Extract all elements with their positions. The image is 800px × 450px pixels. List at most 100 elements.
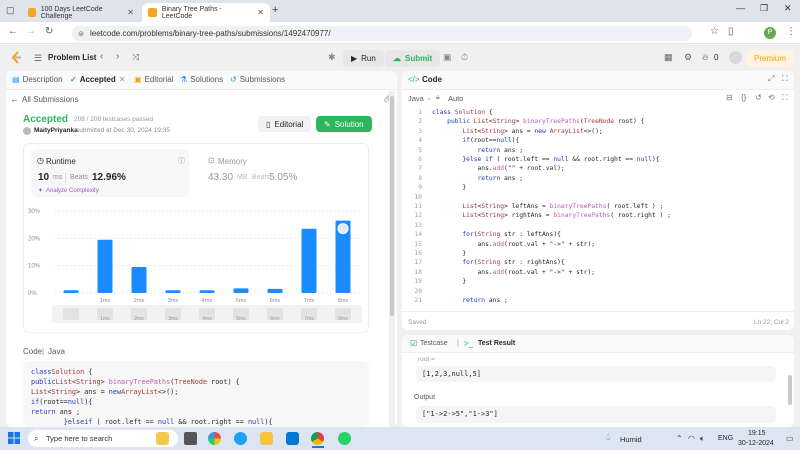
code-line[interactable]: 17 for(String str : rightAns){ [402,259,564,269]
editorial-button[interactable]: ▯ Editorial [258,116,312,132]
close-icon[interactable]: ✕ [127,8,134,17]
code-line[interactable]: 14 for(String str : leftAns){ [402,231,561,241]
fire-icon[interactable]: 🔥︎ [702,52,709,63]
bookmark-icon[interactable]: ⊟ [726,93,733,102]
code-line[interactable]: 1 class Solution { [402,109,493,119]
copilot-icon[interactable] [208,432,221,445]
tab-menu-icon[interactable]: ▢ [6,5,15,16]
whatsapp-icon[interactable] [338,432,351,445]
browser-menu-icon[interactable]: ⋮ [786,26,796,37]
code-line[interactable]: 6 }else if ( root.left == null && root.r… [402,156,659,166]
close-icon[interactable]: ✕ [119,75,126,84]
forward-icon[interactable]: → [26,26,36,37]
code-line[interactable]: 21 return ans ; [402,297,507,307]
fullscreen-icon[interactable]: ⛶ [782,93,788,103]
chart-bar[interactable] [131,267,147,293]
layout-icon[interactable]: ▦ [664,52,673,63]
reset-icon[interactable]: ↺ [755,93,762,102]
analyze-complexity-link[interactable]: Analyze Complexity [46,188,99,194]
browser-tab-challenge[interactable]: 100 Days LeetCode Challenge ✕ [22,3,140,22]
task-view-icon[interactable] [184,432,197,445]
reload-icon[interactable]: ↻ [45,26,53,37]
new-tab-icon[interactable]: + [272,4,278,16]
code-line[interactable]: 11 List<String> leftAns = binaryTreePath… [402,203,663,213]
file-explorer-icon[interactable] [260,432,273,445]
code-line[interactable]: 19 } [402,278,466,288]
premium-button[interactable]: Premium [746,50,795,67]
url-input[interactable]: ⊜ leetcode.com/problems/binary-tree-path… [72,26,692,41]
news-widget-icon[interactable] [156,432,169,445]
code-line[interactable]: 12 List<String> rightAns = binaryTreePat… [402,212,671,222]
tab-testcase[interactable]: Testcase [420,340,448,347]
minimize-icon[interactable]: — [736,3,745,13]
code-line[interactable]: 3 List<String> ans = new ArrayList<>(); [402,128,602,138]
browser-tab-active[interactable]: Binary Tree Paths - LeetCode ✕ [142,3,270,22]
scrollbar-thumb[interactable] [390,96,394,316]
chart-bar[interactable] [165,290,181,293]
volume-icon[interactable]: 🔈︎ [700,434,705,444]
code-line[interactable]: 7 ans.add("" + root.val); [402,165,565,175]
back-icon[interactable]: ← [8,26,18,37]
user-avatar[interactable] [729,51,742,64]
outlook-icon[interactable] [286,432,299,445]
input-language[interactable]: ENG [718,435,733,442]
language-select[interactable]: Java [408,94,424,103]
tab-accepted[interactable]: ✓ Accepted ✕ [70,75,125,84]
code-editor[interactable]: 1 class Solution {2 public List<String> b… [402,109,794,307]
code-line[interactable]: 9 } [402,184,466,194]
chrome-icon[interactable] [311,432,324,445]
code-line[interactable]: 10 [402,194,432,204]
site-info-icon[interactable]: ⊜ [78,30,84,38]
code-line[interactable]: 20 [402,288,432,298]
tab-description[interactable]: ▤ Description [12,75,63,84]
tab-solutions[interactable]: ⚗ Solutions [180,75,223,84]
chart-bar[interactable] [267,288,283,293]
next-problem-icon[interactable]: › [116,51,119,62]
code-line[interactable]: 16 } [402,250,466,260]
chevron-down-icon[interactable]: ⌄ [426,94,432,102]
reset-code-icon[interactable]: ⟲ [768,93,775,102]
submit-button[interactable]: ☁ Submit [385,50,441,67]
back-arrow-icon[interactable]: ← [10,94,19,104]
edge-browser-icon[interactable] [234,432,247,445]
braces-icon[interactable]: {} [741,93,746,102]
problem-list-icon[interactable]: ☰ [34,53,42,64]
chart-bar[interactable] [301,228,317,293]
tab-submissions[interactable]: ↺ Submissions [230,75,285,84]
weather-text[interactable]: Humid [620,435,642,444]
solution-button[interactable]: ✎ Solution [316,116,372,132]
code-line[interactable]: 18 ans.add(root.val + "->" + str); [402,269,595,279]
tab-editorial[interactable]: ▣ Editorial [134,75,173,84]
chart-bar[interactable] [199,290,215,293]
profile-avatar[interactable]: P [764,27,776,39]
shuffle-icon[interactable]: ⤨ [132,52,139,63]
maximize-panel-icon[interactable]: ⤢ [768,74,774,84]
all-submissions-link[interactable]: All Submissions [22,95,78,104]
sidepanel-icon[interactable]: ▯ [728,26,734,37]
wifi-icon[interactable]: ◠ [688,434,695,443]
window-close-icon[interactable]: ✕ [784,3,792,14]
weather-drop-icon[interactable]: 💧︎ [606,431,610,444]
code-line[interactable]: 2 public List<String> binaryTreePaths(Tr… [402,118,644,128]
bookmark-star-icon[interactable]: ☆ [710,26,719,37]
code-line[interactable]: 13 [402,222,432,232]
clock-time[interactable]: 19:15 [748,430,766,437]
submitted-code-block[interactable]: class Solution { public List < String > bin… [23,361,369,427]
chart-bar[interactable] [233,288,249,293]
close-icon[interactable]: ✕ [257,8,264,17]
settings-gear-icon[interactable]: ⚙ [684,52,692,63]
code-line[interactable]: 4 if(root==null){ [402,137,519,147]
info-icon[interactable]: ⓘ [178,156,185,166]
code-line[interactable]: 15 ans.add(root.val + "->" + str); [402,241,595,251]
windows-start-icon[interactable] [8,432,20,444]
leetcode-logo-icon[interactable] [10,51,22,64]
chart-bar[interactable] [63,290,79,293]
tab-test-result[interactable]: Test Result [478,340,515,347]
notifications-icon[interactable]: ▭ [786,434,794,443]
prev-problem-icon[interactable]: ‹ [100,51,103,62]
expand-icon[interactable]: ⛶ [782,74,788,84]
problem-list-link[interactable]: Problem List [48,53,96,62]
maximize-icon[interactable]: ❐ [760,3,768,14]
scrollbar-thumb[interactable] [788,375,792,405]
debug-icon[interactable]: ✱ [328,52,336,63]
